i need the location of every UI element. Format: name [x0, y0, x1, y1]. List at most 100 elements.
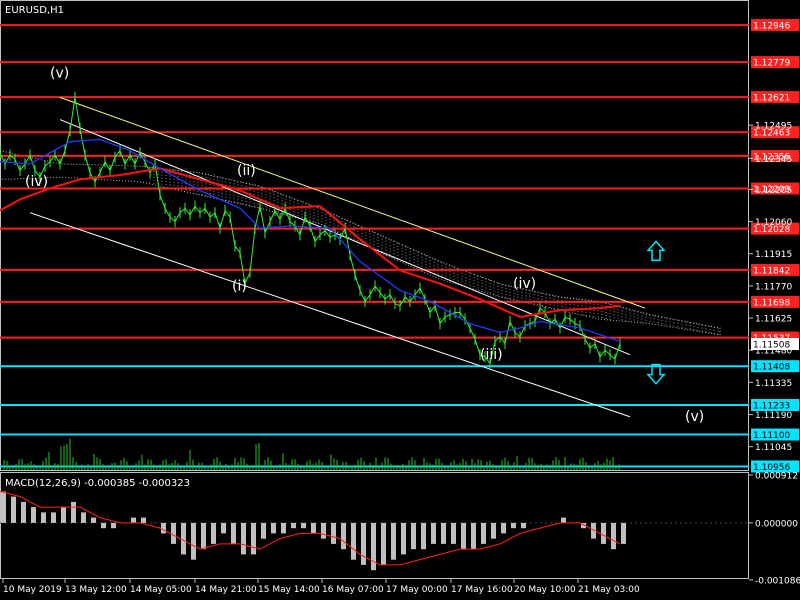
wave-label: (ii) [237, 163, 256, 179]
price-tick-label: 1.12495 [755, 122, 792, 132]
macd-tick-label: 0.000000 [755, 519, 798, 529]
chart-title: EURUSD,H1 [5, 5, 64, 16]
macd-histogram-bar [601, 522, 606, 544]
time-tick-label: 14 May 05:00 [130, 585, 192, 595]
price-axis: 1.129461.127791.126211.124631.123561.122… [749, 19, 799, 473]
macd-histogram-bar [231, 522, 236, 544]
macd-histogram-bar [261, 522, 266, 539]
macd-histogram-bar [451, 522, 456, 544]
macd-histogram-bar [491, 522, 496, 539]
price-tick-label: 1.12060 [755, 218, 792, 228]
macd-histogram-bar [211, 522, 216, 544]
macd-histogram-bar [381, 522, 386, 565]
time-tick-label: 13 May 12:00 [65, 585, 127, 595]
macd-histogram-bar [341, 522, 346, 550]
macd-histogram-bar [221, 522, 226, 534]
macd-histogram-bar [181, 522, 186, 555]
level-price-label: 1.11408 [753, 363, 790, 373]
level-price-label: 1.12779 [753, 59, 790, 69]
macd-histogram-bar [111, 522, 116, 529]
macd-histogram-bar [201, 522, 206, 550]
wave-label: (iv) [25, 174, 48, 190]
macd-histogram-bar [361, 522, 366, 565]
macd-histogram-bar [371, 522, 376, 571]
arrow-up-icon [646, 240, 666, 262]
macd-histogram-bar [431, 522, 436, 544]
level-price-label: 1.12621 [753, 94, 790, 104]
price-tick-label: 1.11045 [755, 443, 792, 453]
macd-histogram-bar [281, 522, 286, 534]
macd-histogram-bar [301, 522, 306, 529]
time-tick-label: 16 May 07:00 [322, 585, 384, 595]
macd-histogram-bar [481, 522, 486, 544]
level-price-label: 1.11842 [753, 266, 790, 276]
time-tick-label: 10 May 2019 [3, 585, 62, 595]
macd-histogram-bar [511, 522, 516, 529]
chart-canvas[interactable]: (v) (iv) (ii) (i) (iii) (iv) (v) 1.12946 1.1277… [0, 0, 800, 600]
time-tick-label: 17 May 00:00 [386, 585, 448, 595]
macd-tick-label: -0.001086 [755, 576, 800, 586]
macd-histogram-bar [51, 512, 56, 523]
macd-histogram-bar [81, 512, 86, 523]
macd-histogram-bar [1, 491, 6, 523]
macd-title: MACD(12,26,9) -0.000385 -0.000323 [5, 478, 190, 489]
moving-average-red [0, 167, 621, 319]
macd-histogram-bar [421, 522, 426, 550]
macd-histogram-bar [351, 522, 356, 560]
macd-histogram-bar [561, 517, 566, 523]
macd-histogram-bar [311, 522, 316, 534]
macd-histogram-bar [331, 522, 336, 544]
macd-histogram-bar [501, 522, 506, 534]
macd-histogram-bar [241, 522, 246, 555]
moving-average-blue [0, 138, 621, 343]
trend-line[interactable] [29, 212, 631, 418]
macd-histogram-bar [251, 522, 256, 555]
macd-histogram-bar [411, 522, 416, 550]
price-tick-label: 1.11915 [755, 250, 792, 260]
macd-histogram-bar [171, 522, 176, 544]
macd-histogram-bar [21, 501, 26, 523]
trend-line[interactable] [59, 96, 646, 309]
time-tick-label: 20 May 10:00 [514, 585, 576, 595]
macd-histogram-bar [191, 522, 196, 560]
arrow-down-icon [646, 363, 666, 385]
price-tick-label: 1.11770 [755, 282, 792, 292]
macd-histogram-bar [391, 522, 396, 560]
macd-histogram-bar [441, 522, 446, 544]
macd-histogram-bar [11, 496, 16, 523]
wave-label: (i) [232, 278, 247, 294]
time-axis: 10 May 2019 13 May 12:00 14 May 05:00 14 Ma… [2, 579, 640, 595]
time-tick-label: 14 May 21:00 [195, 585, 257, 595]
macd-histogram-bar [401, 522, 406, 555]
macd-histogram-bar [71, 501, 76, 523]
horizontal-levels[interactable] [0, 24, 749, 468]
price-tick-label: 1.11335 [755, 379, 792, 389]
price-tick-label: 1.12345 [755, 155, 792, 165]
price-tick-label: 1.12205 [755, 186, 792, 196]
price-tick-label: 1.11625 [755, 315, 792, 325]
macd-histogram-bar [141, 517, 146, 523]
macd-histogram-bar [161, 522, 166, 534]
time-tick-label: 21 May 03:00 [578, 585, 640, 595]
trend-channel[interactable] [29, 96, 646, 418]
macd-signal-line [0, 490, 621, 566]
macd-histogram-bar [131, 517, 136, 523]
macd-histogram-bar [521, 522, 526, 529]
macd-histogram-bar [471, 522, 476, 550]
wave-label: (v) [685, 409, 704, 425]
price-tick-label: 1.11190 [755, 411, 792, 421]
current-price-label: 1.11508 [753, 341, 790, 351]
level-price-label: 1.11698 [753, 298, 790, 308]
wave-label: (v) [50, 65, 69, 81]
time-tick-label: 17 May 16:00 [451, 585, 513, 595]
level-price-label: 1.11233 [753, 402, 790, 412]
macd-histogram-bar [271, 522, 276, 534]
level-price-label: 1.12946 [753, 22, 790, 32]
macd-histogram-bar [621, 522, 626, 544]
volume-bars [3, 438, 620, 470]
level-price-label: 1.11100 [753, 431, 790, 441]
macd-histogram-bar [611, 522, 616, 550]
macd-tick-label: 0.000912 [755, 471, 798, 481]
macd-histogram-bar [461, 522, 466, 550]
macd-histogram-bar [101, 522, 106, 529]
